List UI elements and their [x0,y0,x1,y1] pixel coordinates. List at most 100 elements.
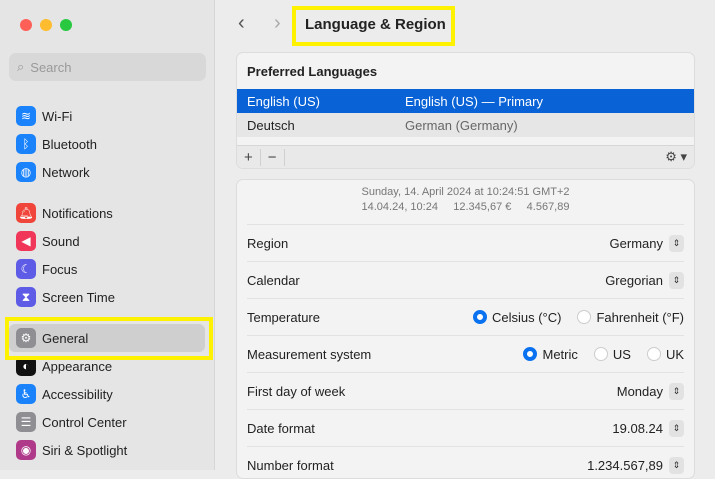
date-format-row: Date format 19.08.24 ⇕ [247,409,684,446]
sidebar-item-accessibility[interactable]: ♿︎ Accessibility [9,380,205,408]
select-value: 1.234.567,89 [587,457,663,473]
moon-icon: ☾ [16,259,36,279]
sidebar-item-siri-spotlight[interactable]: ◉ Siri & Spotlight [9,436,205,464]
toggles-icon: ☰ [16,412,36,432]
radio-celsius[interactable]: Celsius (°C) [472,309,562,325]
row-label: Measurement system [247,346,372,362]
sidebar-item-label: Wi-Fi [42,108,73,124]
sidebar-item-label: Bluetooth [42,136,97,152]
wifi-icon: ≋ [16,106,36,126]
region-row: Region Germany ⇕ [247,224,684,261]
sidebar-item-label: Focus [42,261,78,277]
sidebar-item-sound[interactable]: ◀ Sound [9,227,205,255]
row-label: Temperature [247,309,320,325]
sidebar-item-wi-fi[interactable]: ≋ Wi-Fi [9,102,205,130]
close-button[interactable] [20,19,32,31]
language-name: Deutsch [247,117,295,133]
add-language-button[interactable]: + [237,148,261,166]
minimize-button[interactable] [40,19,52,31]
search-input[interactable]: ⌕ Search [9,53,206,81]
row-label: Number format [247,457,334,473]
row-label: Region [247,235,289,251]
sidebar-item-general[interactable]: ⚙ General [9,324,205,352]
hourglass-icon: ⧗ [16,287,36,307]
sidebar-item-label: Notifications [42,205,113,221]
siri-icon: ◉ [16,440,36,460]
row-label: Calendar [247,272,300,288]
back-button[interactable]: ‹ [238,12,245,35]
first-day-select[interactable]: Monday ⇕ [616,382,684,400]
gear-menu-icon[interactable]: ⚙ ▾ [658,149,694,165]
search-placeholder: Search [30,59,72,75]
select-value: Gregorian [605,272,663,288]
format-preview: Sunday, 14. April 2024 at 10:24:51 GMT+2… [237,180,694,224]
remove-language-button[interactable]: − [261,148,285,166]
radio-dot [472,310,487,324]
sidebar-item-label: Sound [42,233,80,249]
search-icon: ⌕ [17,59,25,74]
sidebar-item-label: Siri & Spotlight [42,442,128,458]
row-label: Date format [247,420,315,436]
stepper-icon: ⇕ [669,234,684,252]
region-select[interactable]: Germany ⇕ [609,234,684,252]
sidebar-item-label: Appearance [42,358,113,374]
calendar-select[interactable]: Gregorian ⇕ [605,271,684,289]
globe-icon: ◍ [16,162,36,182]
preview-date: 14.04.24, 10:24 [361,201,438,213]
measurement-row: Measurement system Metric US UK [247,335,684,372]
date-format-select[interactable]: 19.08.24 ⇕ [612,419,684,437]
speaker-icon: ◀ [16,231,36,251]
sidebar-item-label: Accessibility [42,386,113,402]
preferred-languages-panel: Preferred Languages English (US) English … [236,52,695,169]
sidebar-item-notifications[interactable]: 🔔︎ Notifications [9,199,205,227]
sidebar-item-label: General [42,330,89,346]
preview-currency: 12.345,67 € [453,201,512,213]
sidebar-item-label: Network [42,164,90,180]
window-controls [20,19,72,31]
preview-full-date: Sunday, 14. April 2024 at 10:24:51 GMT+2 [361,186,570,198]
forward-button[interactable]: › [274,12,281,35]
select-value: Germany [609,235,663,251]
temperature-row: Temperature Celsius (°C) Fahrenheit (°F) [247,298,684,335]
row-label: First day of week [247,383,346,399]
appearance-icon: ◐ [16,356,36,376]
sidebar-item-focus[interactable]: ☾ Focus [9,255,205,283]
sidebar: ⌕ Search ≋ Wi-Fi ᛒ Bluetooth ◍ Network 🔔︎ Notif… [0,0,215,470]
radio-uk[interactable]: UK [646,346,684,362]
zoom-button[interactable] [60,19,72,31]
stepper-icon: ⇕ [669,419,684,437]
select-value: 19.08.24 [612,420,663,436]
language-detail: English (US) — Primary [405,93,543,109]
sidebar-item-network[interactable]: ◍ Network [9,158,205,186]
gear-icon: ⚙ [16,328,36,348]
radio-label: US [612,346,631,362]
radio-label: UK [665,346,684,362]
stepper-icon: ⇕ [669,456,684,474]
region-settings-panel: Sunday, 14. April 2024 at 10:24:51 GMT+2… [236,179,695,479]
bluetooth-icon: ᛒ [16,134,36,154]
radio-metric[interactable]: Metric [523,347,578,362]
radio-us[interactable]: US [593,346,631,362]
main-content: ‹ › Language & Region Preferred Language… [216,0,715,479]
stepper-icon: ⇕ [669,271,684,289]
radio-label: Celsius (°C) [491,309,562,325]
section-title: Preferred Languages [247,64,378,79]
page-title: Language & Region [305,16,446,33]
select-value: Monday [616,383,663,399]
number-format-select[interactable]: 1.234.567,89 ⇕ [587,456,684,474]
number-format-row: Number format 1.234.567,89 ⇕ [247,446,684,478]
language-row[interactable]: Deutsch German (Germany) [237,113,694,137]
radio-dot [593,347,608,361]
sidebar-item-appearance[interactable]: ◐ Appearance [9,352,205,380]
preview-number: 4.567,89 [526,201,570,213]
language-name: English (US) [247,93,320,109]
first-day-row: First day of week Monday ⇕ [247,372,684,409]
radio-dot [523,347,538,361]
radio-fahrenheit[interactable]: Fahrenheit (°F) [577,310,684,325]
sidebar-item-bluetooth[interactable]: ᛒ Bluetooth [9,130,205,158]
sidebar-item-control-center[interactable]: ☰ Control Center [9,408,205,436]
sidebar-item-screen-time[interactable]: ⧗ Screen Time [9,283,205,311]
bell-icon: 🔔︎ [16,203,36,223]
language-row[interactable]: English (US) English (US) — Primary [237,89,694,113]
sidebar-item-label: Control Center [42,414,127,430]
